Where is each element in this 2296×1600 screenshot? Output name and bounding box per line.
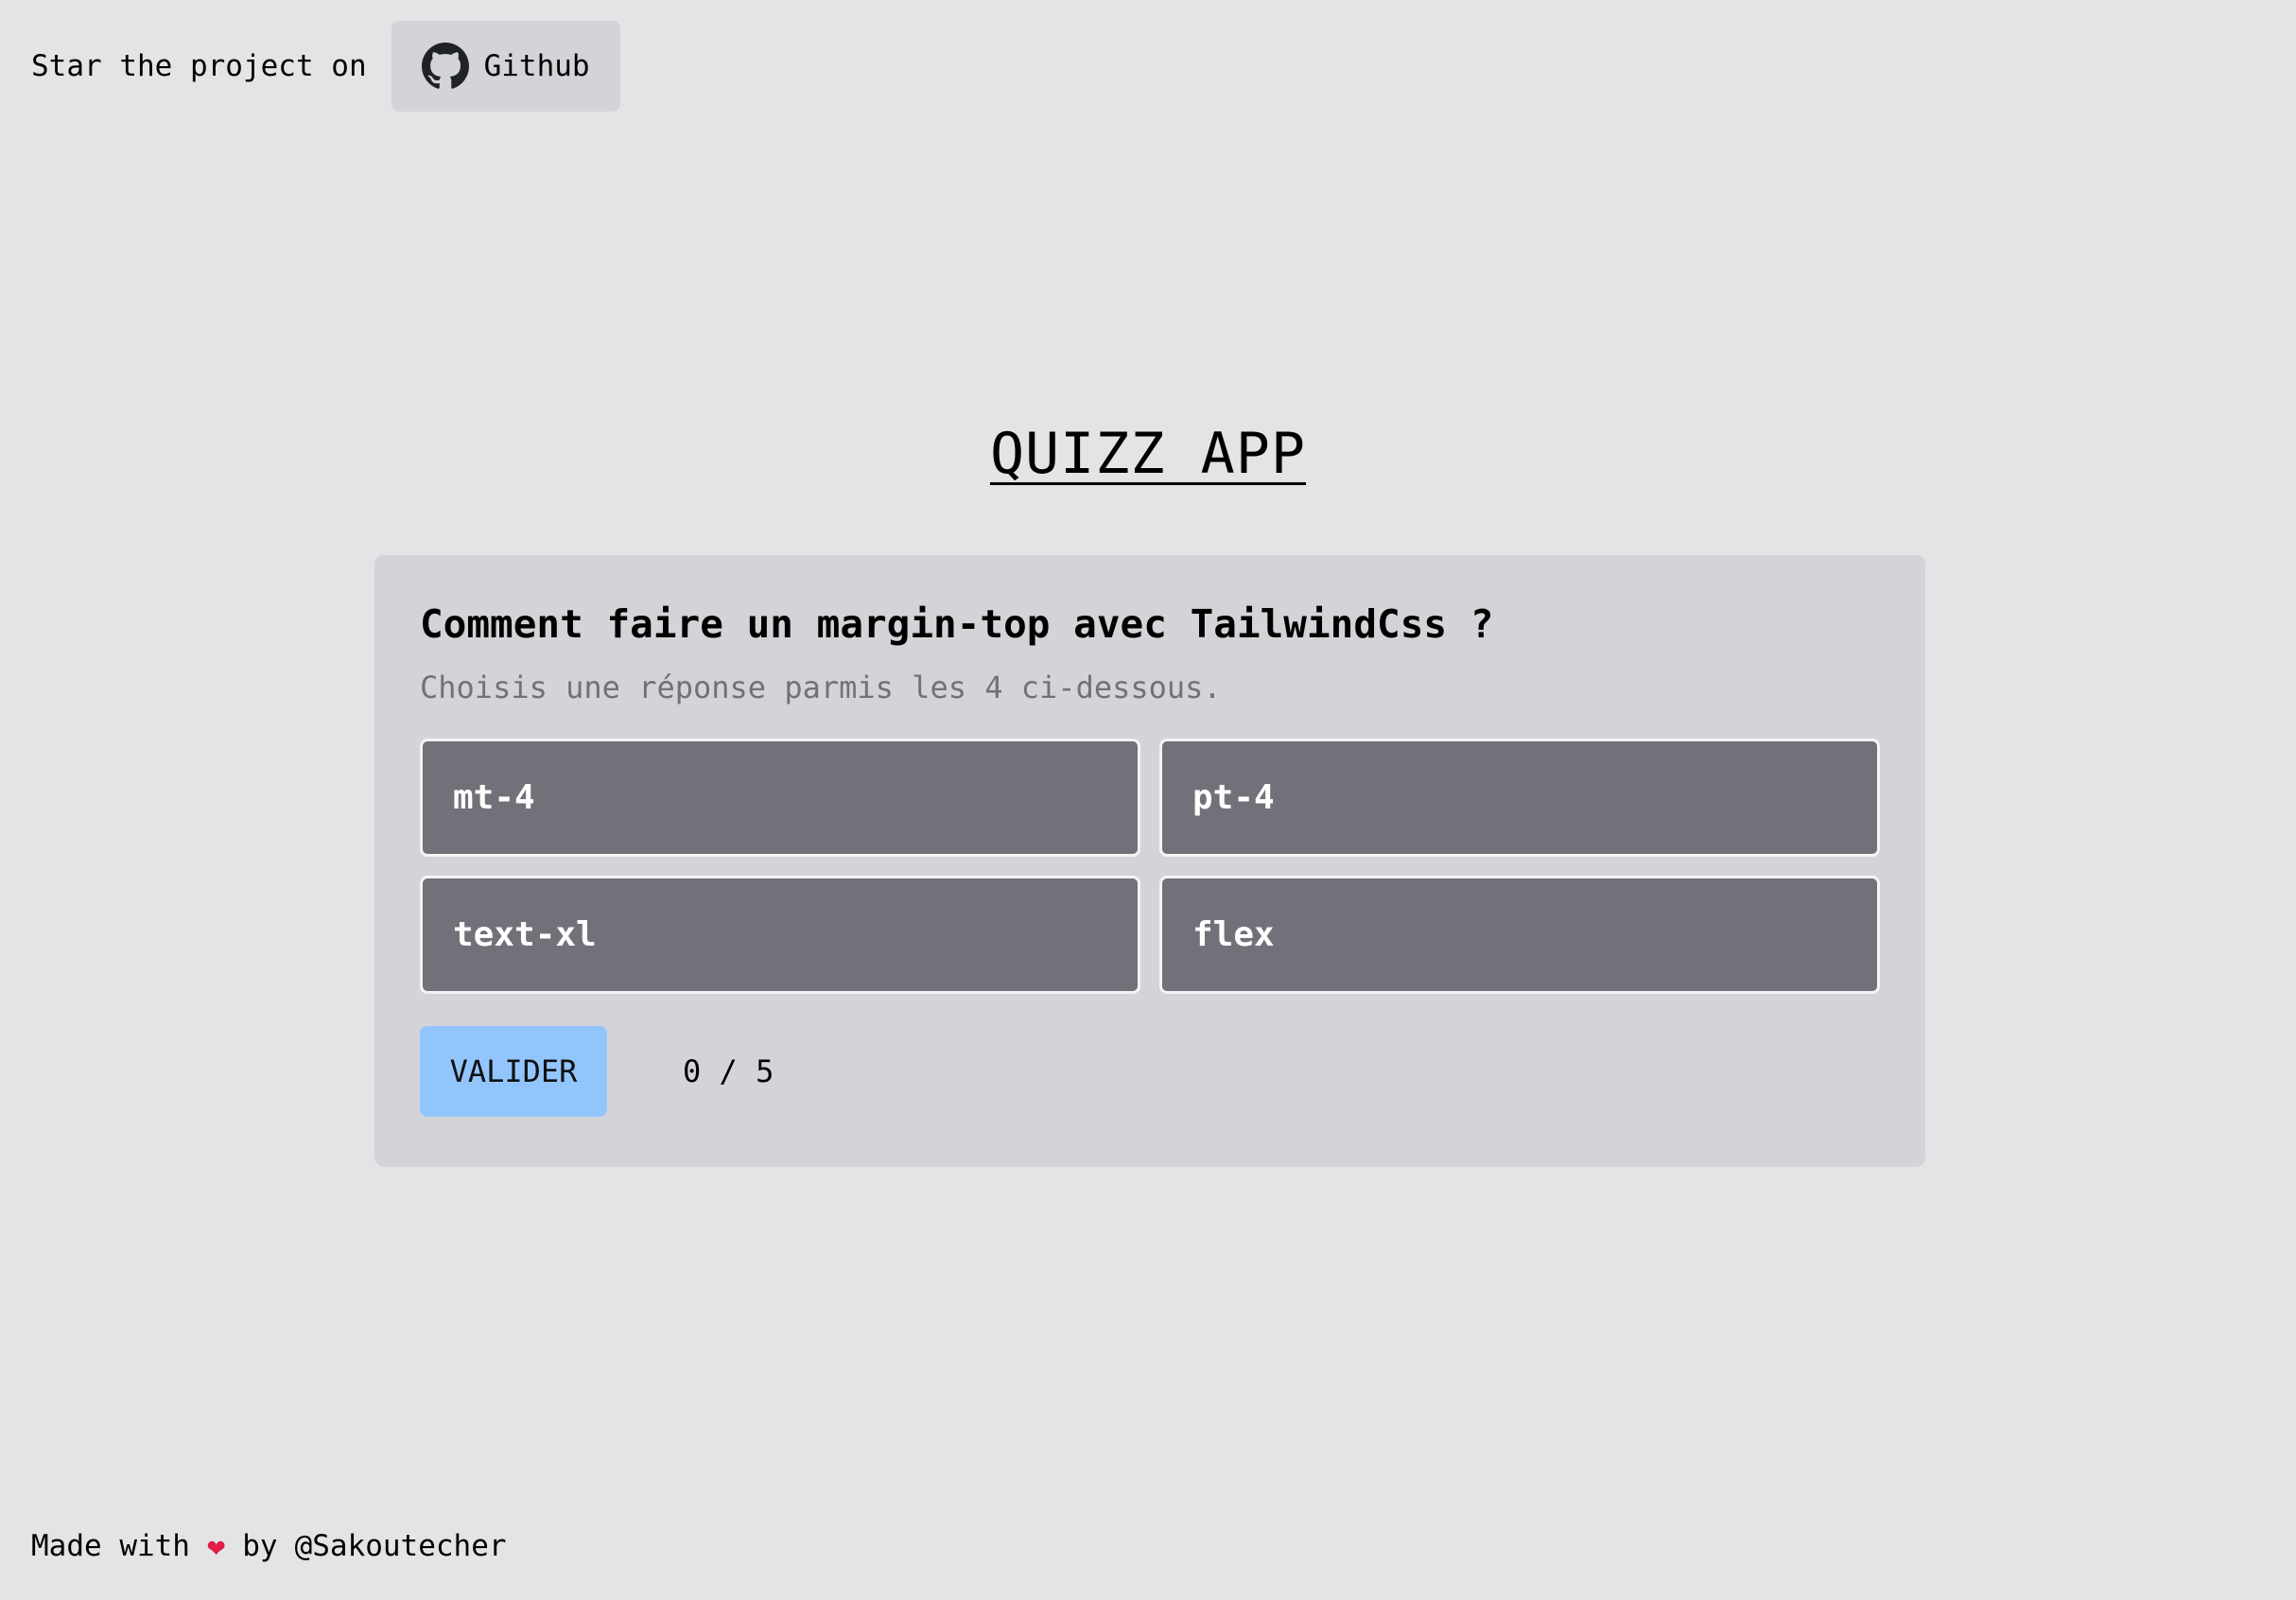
github-label: Github <box>483 49 590 83</box>
score-counter: 0 / 5 <box>683 1053 774 1089</box>
footer: Made with ❤ by @Sakoutecher <box>31 1528 507 1564</box>
github-button[interactable]: Github <box>391 21 620 112</box>
heart-icon: ❤ <box>206 1528 226 1564</box>
github-icon <box>421 43 469 90</box>
answer-option-text-xl[interactable]: text-xl <box>420 876 1140 994</box>
footer-by: by <box>242 1529 278 1563</box>
question-text: Comment faire un margin-top avec Tailwin… <box>420 601 1494 647</box>
answer-option-pt-4[interactable]: pt-4 <box>1159 739 1880 857</box>
validate-button[interactable]: VALIDER <box>420 1026 607 1117</box>
quiz-actions: VALIDER 0 / 5 <box>420 1026 1880 1117</box>
quiz-card: Comment faire un margin-top avec Tailwin… <box>374 555 1925 1167</box>
star-project-text: Star the project on <box>31 49 367 83</box>
answers-grid: mt-4 pt-4 text-xl flex <box>420 739 1880 994</box>
footer-made-with: Made with <box>31 1529 190 1563</box>
header-bar: Star the project on Github <box>31 21 620 112</box>
footer-author: @Sakoutecher <box>294 1529 507 1563</box>
page-title: QUIZZ APP <box>989 421 1307 487</box>
question-hint: Choisis une réponse parmis les 4 ci-dess… <box>420 670 1222 705</box>
answer-option-mt-4[interactable]: mt-4 <box>420 739 1140 857</box>
answer-option-flex[interactable]: flex <box>1159 876 1880 994</box>
